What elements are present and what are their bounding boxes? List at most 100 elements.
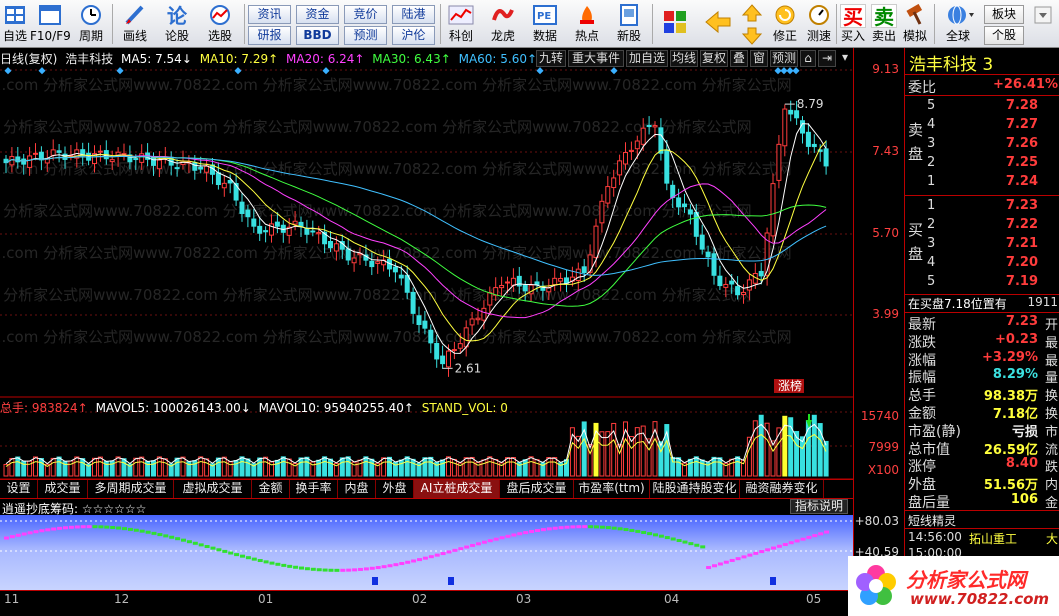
tb-discuss-button[interactable]: 论 论股 (158, 2, 196, 46)
candle-body (422, 320, 428, 329)
volume-bar (729, 458, 735, 477)
jiuzhuan-button[interactable]: 九转 (536, 50, 566, 67)
bbd-button[interactable]: BBD (296, 26, 339, 45)
tb-select-button[interactable]: 选股 (200, 2, 240, 46)
osc-segment (68, 525, 74, 529)
sell-button[interactable]: 卖 卖出 (869, 2, 899, 46)
window-button[interactable]: 窗 (750, 50, 768, 67)
sell-level-row[interactable]: 1 7.24 (905, 174, 1059, 193)
candle-body (375, 261, 381, 264)
home-icon[interactable]: ⌂ (800, 50, 816, 67)
tb-period-button[interactable]: 周期 (72, 2, 110, 46)
dragon-tiger-button[interactable]: 龙虎 (484, 2, 522, 46)
indicator-tab[interactable]: 成交量 (38, 480, 88, 498)
oscillator-panel[interactable]: 逍遥抄底筹码: ☆☆☆☆☆☆ 指标说明 (0, 498, 853, 590)
sell-level-row[interactable]: 4 7.27 (905, 117, 1059, 136)
volume-bar (15, 456, 21, 477)
hot-button[interactable]: 热点 (568, 2, 606, 46)
add-watchlist-button[interactable]: 加自选 (626, 50, 668, 67)
research-button[interactable]: 研报 (248, 26, 291, 45)
buy-button[interactable]: 买 买入 (838, 2, 868, 46)
indicator-help-button[interactable]: 指标说明 (790, 499, 848, 514)
buy-level-row[interactable]: 4 7.20 (905, 255, 1059, 274)
indicator-tab[interactable]: 设置 (0, 480, 38, 498)
indicator-tab[interactable]: 陆股通持股变化 (650, 480, 740, 498)
speed-test-button[interactable]: 测速 (802, 2, 836, 46)
buy-level-row[interactable]: 3 7.21 (905, 236, 1059, 255)
mavol5-line (5, 423, 827, 465)
fix-button[interactable]: 修正 (768, 2, 802, 46)
indicator-tab[interactable]: 外盘 (376, 480, 414, 498)
global-button[interactable]: 全球 (936, 2, 980, 46)
sell-level-row[interactable]: 3 7.26 (905, 136, 1059, 155)
candle-body (156, 159, 162, 170)
news-button[interactable]: 资讯 (248, 5, 291, 24)
volume-bar (699, 459, 705, 477)
more-button[interactable] (1030, 2, 1056, 46)
volume-bar (139, 456, 145, 477)
refresh-icon (772, 4, 798, 28)
layout-button[interactable] (660, 2, 690, 46)
expand-icon[interactable]: ⇥ (818, 50, 836, 67)
speed-icon (806, 4, 832, 28)
simulate-button[interactable]: 模拟 (900, 2, 930, 46)
dropdown-icon[interactable]: ▾ (838, 50, 852, 67)
indicator-tab[interactable]: 虚拟成交量 (174, 480, 252, 498)
up-down-button[interactable] (740, 2, 764, 46)
buy-level-row[interactable]: 1 7.23 (905, 198, 1059, 217)
indicator-tab[interactable]: 盘后成交量 (500, 480, 574, 498)
osc-segment (706, 566, 712, 570)
candle-body (499, 285, 505, 289)
candle-body (611, 177, 617, 189)
hk-connect-button[interactable]: 陆港 (392, 5, 435, 24)
price-tick: 3.99 (872, 307, 899, 321)
major-event-button[interactable]: 重大事件 (568, 50, 624, 67)
tb-zixuan-button[interactable]: 自选 (0, 2, 30, 46)
shanghai-london-button[interactable]: 沪伦 (392, 26, 435, 45)
kechuang-button[interactable]: 科创 (442, 2, 480, 46)
osc-segment (269, 561, 275, 565)
volume-bar (80, 458, 86, 477)
candle-body (788, 109, 794, 115)
tb-f10-button[interactable]: F10/F9 (30, 2, 71, 46)
funds-button[interactable]: 资金 (296, 5, 339, 24)
osc-segment (517, 532, 523, 536)
osc-segment (186, 540, 192, 544)
indicator-tab[interactable]: 多周期成交量 (88, 480, 174, 498)
new-stock-button[interactable]: 新股 (610, 2, 648, 46)
volume-bar (428, 456, 434, 477)
candle-body (398, 274, 404, 279)
auction-button[interactable]: 竞价 (344, 5, 387, 24)
tb-draw-button[interactable]: 画线 (116, 2, 154, 46)
adjust-button[interactable]: 复权 (700, 50, 728, 67)
indicator-tab[interactable]: 金额 (252, 480, 290, 498)
indicator-tab[interactable]: 换手率 (290, 480, 338, 498)
forecast-chart-button[interactable]: 预测 (770, 50, 798, 67)
candle-body (676, 197, 682, 208)
indicator-tab[interactable]: 市盈率(ttm) (574, 480, 650, 498)
indicator-tab[interactable]: 融资融券变化 (740, 480, 824, 498)
data-button[interactable]: PE 数据 (526, 2, 564, 46)
site-logo: 分析家公式网 www.70822.com (848, 556, 1059, 616)
arrow-up-icon (740, 3, 764, 26)
osc-segment (263, 560, 269, 564)
price-axis: 9.13 7.43 5.70 3.99 15740 7999 X100 +80.… (853, 48, 903, 610)
indicator-tab[interactable]: AI立桩成交量 (414, 480, 500, 498)
sell-level-row[interactable]: 2 7.25 (905, 155, 1059, 174)
osc-segment (257, 559, 263, 563)
osc-segment (234, 553, 240, 557)
sell-level-row[interactable]: 5 7.28 (905, 98, 1059, 117)
indicator-tab[interactable]: 内盘 (338, 480, 376, 498)
overlay-button[interactable]: 叠 (730, 50, 748, 67)
osc-segment (623, 528, 629, 532)
osc-segment (487, 539, 493, 543)
board-button[interactable]: 板块 (984, 5, 1024, 24)
forecast-button[interactable]: 预测 (344, 26, 387, 45)
ma-button[interactable]: 均线 (670, 50, 698, 67)
back-button[interactable] (700, 2, 734, 46)
buy-level-row[interactable]: 2 7.22 (905, 217, 1059, 236)
osc-signal-bar (770, 577, 776, 585)
buy-level-row[interactable]: 5 7.19 (905, 274, 1059, 293)
osc-segment (163, 534, 169, 538)
single-stock-button[interactable]: 个股 (984, 26, 1024, 45)
